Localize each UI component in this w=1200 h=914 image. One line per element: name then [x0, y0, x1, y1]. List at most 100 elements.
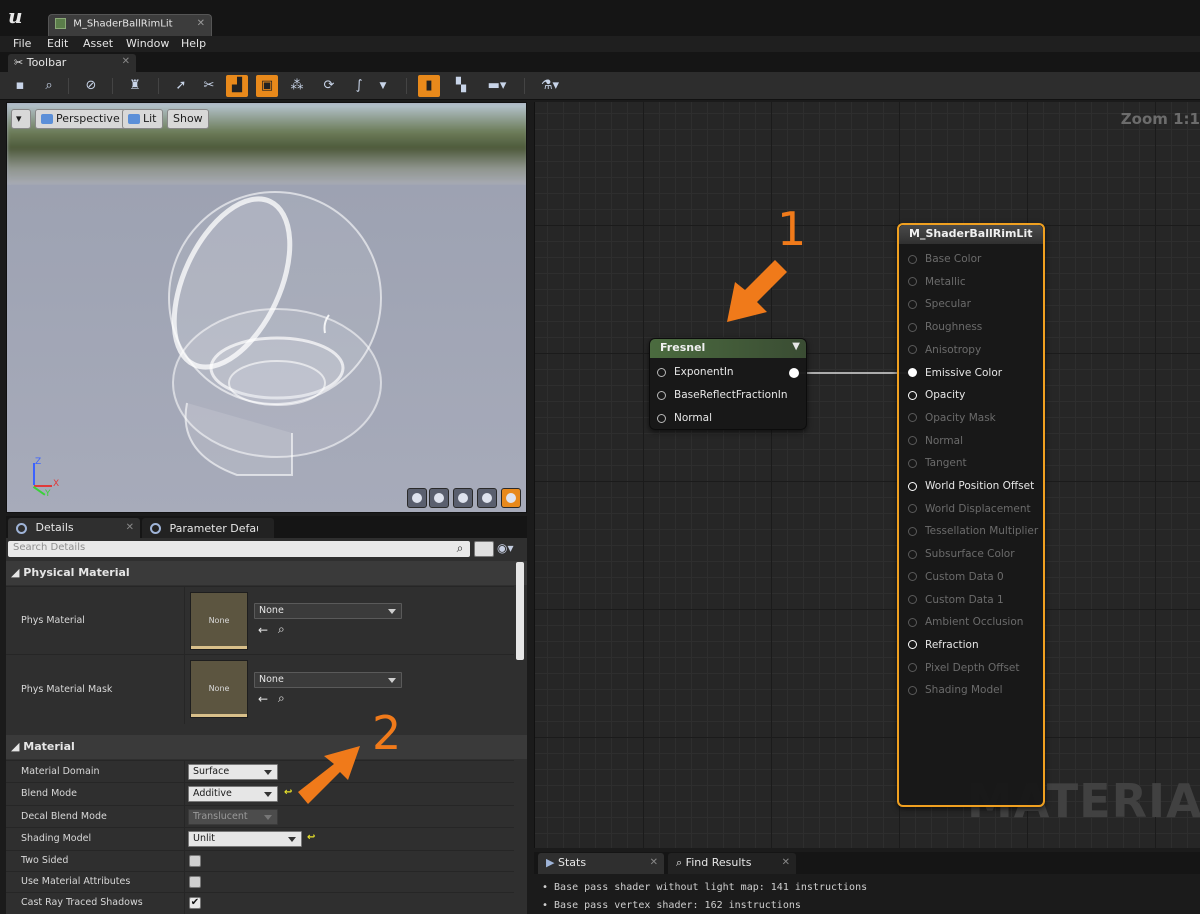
- menu-window[interactable]: Window: [126, 37, 169, 50]
- input-pin-exponent[interactable]: ExponentIn: [657, 366, 734, 378]
- shading-model-combo[interactable]: Unlit: [188, 831, 302, 847]
- material-result-node[interactable]: M_ShaderBallRimLit Base Color Metallic Spe…: [897, 223, 1045, 807]
- property-row-material-domain: Material Domain Surface: [6, 760, 514, 782]
- cast-ray-traced-shadows-checkbox[interactable]: ✔: [189, 897, 201, 909]
- two-sided-checkbox[interactable]: [189, 855, 201, 867]
- input-pin-ambient-occlusion[interactable]: Ambient Occlusion: [908, 616, 1023, 628]
- preview-sphere-icon[interactable]: [429, 488, 449, 508]
- menu-asset[interactable]: Asset: [83, 37, 113, 50]
- input-pin-refraction[interactable]: Refraction: [908, 639, 979, 651]
- use-selected-icon[interactable]: ←: [258, 623, 268, 637]
- input-pin-pixel-depth-offset[interactable]: Pixel Depth Offset: [908, 662, 1020, 674]
- chevron-down-icon[interactable]: ▼: [376, 75, 390, 97]
- menu-file[interactable]: File: [13, 37, 31, 50]
- viewport-options-button[interactable]: ▾: [11, 109, 31, 129]
- preview-mesh-icon[interactable]: [501, 488, 521, 508]
- input-pin-tangent[interactable]: Tangent: [908, 457, 967, 469]
- property-matrix-icon[interactable]: [474, 541, 494, 557]
- output-pin[interactable]: [789, 368, 799, 378]
- live-nodes-icon[interactable]: ⁂: [286, 75, 308, 97]
- fresnel-node-header[interactable]: Fresnel ▼: [650, 339, 806, 358]
- close-icon[interactable]: ✕: [122, 56, 130, 67]
- input-pin-normal[interactable]: Normal: [908, 435, 963, 447]
- eye-icon[interactable]: ◉▾: [497, 541, 523, 557]
- input-pin-subsurface-color[interactable]: Subsurface Color: [908, 548, 1015, 560]
- save-icon[interactable]: ▪: [9, 75, 31, 97]
- document-tab[interactable]: M_ShaderBallRimLit ✕: [48, 14, 212, 36]
- category-physical-material[interactable]: ◢ Physical Material: [6, 561, 527, 585]
- search-icon[interactable]: ⌕: [450, 541, 470, 557]
- collapse-arrow-icon[interactable]: ▼: [792, 341, 800, 352]
- pin-label: Metallic: [925, 275, 966, 288]
- platform-icon[interactable]: ⚗▾: [536, 75, 564, 97]
- blend-mode-combo[interactable]: Additive: [188, 786, 278, 802]
- input-pin-specular[interactable]: Specular: [908, 298, 971, 310]
- live-preview-icon[interactable]: ▣: [256, 75, 278, 97]
- input-pin-base-reflect[interactable]: BaseReflectFractionIn: [657, 389, 787, 401]
- input-pin-custom-data-0[interactable]: Custom Data 0: [908, 571, 1004, 583]
- input-pin-world-position-offset[interactable]: World Position Offset: [908, 480, 1034, 492]
- stats-icon[interactable]: ▮: [418, 75, 440, 97]
- toolbar-tab[interactable]: ✂ Toolbar ✕: [8, 54, 136, 72]
- input-pin-metallic[interactable]: Metallic: [908, 276, 966, 288]
- input-pin-anisotropy[interactable]: Anisotropy: [908, 344, 981, 356]
- hide-unrelated-icon[interactable]: ∫: [348, 75, 370, 97]
- view-mode-button[interactable]: Perspective: [35, 109, 126, 129]
- reset-to-default-icon[interactable]: ↩: [307, 832, 315, 843]
- asset-thumbnail[interactable]: None: [190, 660, 248, 718]
- show-button[interactable]: Show: [167, 109, 209, 129]
- close-icon[interactable]: ✕: [197, 18, 205, 29]
- browse-icon[interactable]: ⌕: [38, 75, 60, 97]
- input-pin-opacity-mask[interactable]: Opacity Mask: [908, 412, 996, 424]
- material-graph[interactable]: Zoom 1:1 MATERIAL 1 Fresnel ▼ ExponentIn…: [534, 102, 1200, 848]
- browse-icon[interactable]: ⌕: [278, 691, 285, 706]
- close-icon[interactable]: ✕: [782, 857, 790, 868]
- use-selected-icon[interactable]: ←: [258, 692, 268, 706]
- tab-find-results[interactable]: ⌕ Find Results ✕: [668, 853, 796, 874]
- input-pin-world-displacement[interactable]: World Displacement: [908, 503, 1031, 515]
- close-icon[interactable]: ✕: [650, 857, 658, 868]
- browse-icon[interactable]: ⌕: [278, 622, 285, 637]
- tab-stats[interactable]: ▶ Stats ✕: [538, 853, 664, 874]
- preview-cube-icon[interactable]: [477, 488, 497, 508]
- asset-picker-combo[interactable]: None: [254, 603, 402, 619]
- input-pin-base-color[interactable]: Base Color: [908, 253, 981, 265]
- lighting-mode-button[interactable]: Lit: [122, 109, 163, 129]
- asset-thumbnail[interactable]: None: [190, 592, 248, 650]
- mobile-stats-icon[interactable]: ▚: [450, 75, 472, 97]
- preview-viewport[interactable]: ▾ Perspective Lit Show Z X Y: [6, 102, 527, 513]
- menu-help[interactable]: Help: [181, 37, 206, 50]
- input-pin-tessellation-multiplier[interactable]: Tessellation Multiplier: [908, 525, 1038, 537]
- close-icon[interactable]: ✕: [126, 522, 134, 533]
- decal-blend-mode-combo[interactable]: Translucent: [188, 809, 278, 825]
- quality-level-icon[interactable]: ▬▾: [482, 75, 512, 97]
- apply-icon[interactable]: ⊘: [80, 75, 102, 97]
- home-icon[interactable]: ➚: [170, 75, 192, 97]
- input-pin-opacity[interactable]: Opacity: [908, 389, 965, 401]
- search-icon[interactable]: ♜: [124, 75, 146, 97]
- material-domain-combo[interactable]: Surface: [188, 764, 278, 780]
- property-row-phys-material: Phys Material None None ← ⌕: [6, 586, 514, 654]
- preview-plane-icon[interactable]: [453, 488, 473, 508]
- category-material[interactable]: ◢ Material: [6, 735, 527, 759]
- live-update-icon[interactable]: ⟳: [318, 75, 340, 97]
- fresnel-node[interactable]: Fresnel ▼ ExponentIn BaseReflectFraction…: [649, 338, 807, 430]
- connectors-icon[interactable]: ▟: [226, 75, 248, 97]
- input-pin-shading-model[interactable]: Shading Model: [908, 684, 1003, 696]
- input-pin-roughness[interactable]: Roughness: [908, 321, 982, 333]
- tab-parameter-defaults[interactable]: Parameter Defaults: [142, 518, 274, 538]
- tab-details[interactable]: Details ✕: [8, 518, 140, 538]
- material-node-header[interactable]: M_ShaderBallRimLit: [899, 225, 1043, 244]
- details-scrollbar[interactable]: [516, 562, 524, 660]
- unreal-logo[interactable]: u: [8, 4, 23, 28]
- use-material-attributes-checkbox[interactable]: [189, 876, 201, 888]
- input-pin-emissive-color[interactable]: Emissive Color: [908, 367, 1002, 379]
- input-pin-normal[interactable]: Normal: [657, 412, 712, 424]
- asset-picker-combo[interactable]: None: [254, 672, 402, 688]
- menu-edit[interactable]: Edit: [47, 37, 68, 50]
- preview-cylinder-icon[interactable]: [407, 488, 427, 508]
- pin-label: Emissive Color: [925, 366, 1003, 379]
- input-pin-custom-data-1[interactable]: Custom Data 1: [908, 594, 1004, 606]
- search-input[interactable]: Search Details: [8, 541, 470, 557]
- clean-up-icon[interactable]: ✂: [198, 75, 220, 97]
